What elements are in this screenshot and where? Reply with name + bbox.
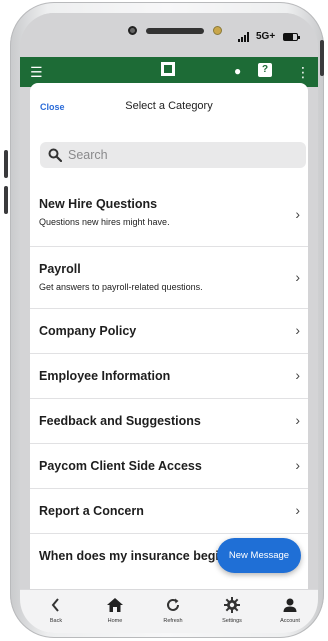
- nav-account[interactable]: Account: [270, 595, 310, 624]
- search-input[interactable]: [68, 146, 288, 164]
- help-icon[interactable]: ?: [258, 63, 272, 77]
- chevron-right-icon: ›: [295, 269, 300, 285]
- person-icon: [270, 595, 310, 615]
- category-subtitle: Questions new hires might have.: [39, 217, 170, 227]
- status-bar: 5G+: [20, 13, 318, 57]
- sheet-title: Select a Category: [125, 100, 213, 112]
- chevron-right-icon: ›: [295, 206, 300, 222]
- category-item-report-a-concern[interactable]: Report a Concern ›: [30, 488, 308, 533]
- chevron-right-icon: ›: [295, 412, 300, 428]
- front-camera: [128, 26, 137, 35]
- bell-icon[interactable]: ●: [234, 64, 241, 78]
- category-subtitle: Get answers to payroll-related questions…: [39, 282, 203, 292]
- sheet-header: Select a Category Close: [30, 83, 308, 125]
- home-icon: [95, 595, 135, 615]
- category-item-new-hire-questions[interactable]: New Hire Questions Questions new hires m…: [30, 184, 308, 246]
- category-item-payroll[interactable]: Payroll Get answers to payroll-related q…: [30, 246, 308, 308]
- phone-screen: 5G+ ☰ ● ? ⋮ Select a Category Close New …: [20, 13, 318, 633]
- chevron-right-icon: ›: [295, 367, 300, 383]
- gear-icon: [212, 595, 252, 615]
- nav-back[interactable]: Back: [36, 595, 76, 624]
- nav-label: Settings: [222, 618, 242, 624]
- category-sheet: Select a Category Close New Hire Questio…: [30, 83, 308, 613]
- category-title: Employee Information: [39, 369, 171, 383]
- proximity-sensor: [213, 26, 222, 35]
- chevron-left-icon: [36, 595, 76, 615]
- volume-button: [4, 150, 8, 178]
- category-item-employee-information[interactable]: Employee Information ›: [30, 353, 308, 398]
- earpiece-speaker: [146, 28, 204, 34]
- category-title: Paycom Client Side Access: [39, 459, 202, 473]
- category-item-company-policy[interactable]: Company Policy ›: [30, 308, 308, 353]
- category-title: Payroll: [39, 262, 81, 276]
- menu-icon[interactable]: ☰: [30, 64, 43, 81]
- network-type: 5G+: [256, 31, 276, 42]
- new-message-button[interactable]: New Message: [217, 538, 301, 573]
- category-item-paycom-client-side-access[interactable]: Paycom Client Side Access ›: [30, 443, 308, 488]
- category-title: New Hire Questions: [39, 197, 158, 211]
- chevron-right-icon: ›: [295, 457, 300, 473]
- signal-icon: [238, 32, 249, 42]
- category-title: Company Policy: [39, 324, 137, 338]
- nav-label: Account: [280, 618, 300, 624]
- chevron-right-icon: ›: [295, 322, 300, 338]
- search-bar[interactable]: [40, 142, 306, 168]
- nav-home[interactable]: Home: [95, 595, 135, 624]
- category-title: Feedback and Suggestions: [39, 414, 201, 428]
- category-list: New Hire Questions Questions new hires m…: [30, 184, 308, 578]
- battery-icon: [283, 33, 300, 41]
- nav-label: Refresh: [163, 618, 183, 624]
- close-button[interactable]: Close: [40, 102, 65, 112]
- chevron-right-icon: ›: [295, 502, 300, 518]
- power-button: [320, 40, 324, 76]
- nav-settings[interactable]: Settings: [212, 595, 252, 624]
- nav-refresh[interactable]: Refresh: [153, 595, 193, 624]
- logo-icon: [161, 62, 175, 76]
- refresh-icon: [153, 595, 193, 615]
- volume-button: [4, 186, 8, 214]
- bottom-nav: Back Home Refresh Settings Account: [20, 589, 318, 633]
- search-icon: [48, 148, 62, 162]
- category-title: Report a Concern: [39, 504, 144, 518]
- category-title: When does my insurance begin?: [39, 549, 235, 563]
- category-item-feedback-and-suggestions[interactable]: Feedback and Suggestions ›: [30, 398, 308, 443]
- nav-label: Back: [49, 618, 63, 624]
- nav-label: Home: [107, 618, 123, 624]
- more-icon[interactable]: ⋮: [296, 64, 310, 81]
